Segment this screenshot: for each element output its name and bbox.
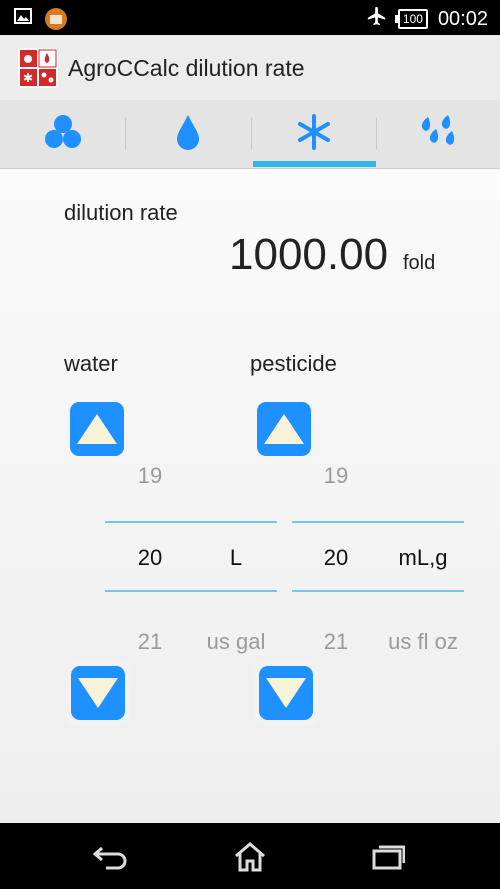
app-title: AgroCCalc dilution rate xyxy=(68,55,305,81)
battery-icon: 100 xyxy=(394,9,428,29)
folder-app-icon xyxy=(44,7,68,36)
back-icon xyxy=(92,846,127,870)
result-unit: fold xyxy=(403,252,436,274)
triangle-down-icon xyxy=(78,678,118,708)
drop-icon xyxy=(174,113,202,156)
result-value: 1000.00 xyxy=(229,230,389,279)
status-bar: 100 00:02 xyxy=(0,0,500,35)
app-bar: ✱ AgroCCalc dilution rate xyxy=(0,35,500,100)
svg-text:✱: ✱ xyxy=(23,71,33,85)
water-picker-top-rule xyxy=(105,521,277,523)
result-label: dilution rate xyxy=(64,200,178,225)
home-button[interactable] xyxy=(220,837,280,877)
recent-apps-icon xyxy=(372,845,405,870)
asterisk-icon xyxy=(294,112,334,157)
water-prev-value: 19 xyxy=(137,463,163,488)
droplets-icon xyxy=(418,113,460,156)
pesticide-next-value: 21 xyxy=(323,629,349,654)
pesticide-unit[interactable]: mL,g xyxy=(388,545,458,571)
pesticide-prev-value: 19 xyxy=(323,463,349,488)
clock: 00:02 xyxy=(437,7,488,30)
tab-drop[interactable] xyxy=(125,100,250,168)
pesticide-label: pesticide xyxy=(250,351,337,376)
tab-droplets[interactable] xyxy=(376,100,500,168)
water-next-unit: us gal xyxy=(206,629,266,654)
tab-cluster[interactable] xyxy=(0,100,125,168)
water-value[interactable]: 20 xyxy=(120,545,180,571)
main-content: dilution rate 1000.00 fold water pestici… xyxy=(0,169,500,823)
triangle-up-icon xyxy=(77,414,117,444)
water-unit[interactable]: L xyxy=(206,545,266,571)
home-icon xyxy=(235,842,265,872)
triangle-down-icon xyxy=(266,678,306,708)
agrocalc-app-icon: ✱ xyxy=(18,48,58,88)
image-icon xyxy=(14,7,32,36)
airplane-mode-icon xyxy=(366,5,388,33)
pesticide-next-unit: us fl oz xyxy=(388,629,458,654)
cluster-icon xyxy=(43,114,83,155)
water-increment-button[interactable] xyxy=(70,402,124,456)
tab-asterisk[interactable] xyxy=(251,100,376,168)
triangle-up-icon xyxy=(264,414,304,444)
water-label: water xyxy=(64,351,118,376)
selected-tab-indicator xyxy=(253,161,376,167)
recent-apps-button[interactable] xyxy=(358,837,418,877)
water-decrement-face xyxy=(71,666,125,720)
pesticide-picker-bottom-rule xyxy=(292,590,464,592)
pesticide-value[interactable]: 20 xyxy=(306,545,366,571)
pesticide-increment-button[interactable] xyxy=(257,402,311,456)
pesticide-decrement-button[interactable] xyxy=(253,660,319,726)
navigation-bar xyxy=(0,823,500,889)
pesticide-decrement-face xyxy=(259,666,313,720)
water-decrement-button[interactable] xyxy=(65,660,131,726)
water-picker-bottom-rule xyxy=(105,590,277,592)
water-next-value: 21 xyxy=(137,629,163,654)
tab-bar xyxy=(0,100,500,169)
pesticide-picker-top-rule xyxy=(292,521,464,523)
back-button[interactable] xyxy=(80,837,140,877)
